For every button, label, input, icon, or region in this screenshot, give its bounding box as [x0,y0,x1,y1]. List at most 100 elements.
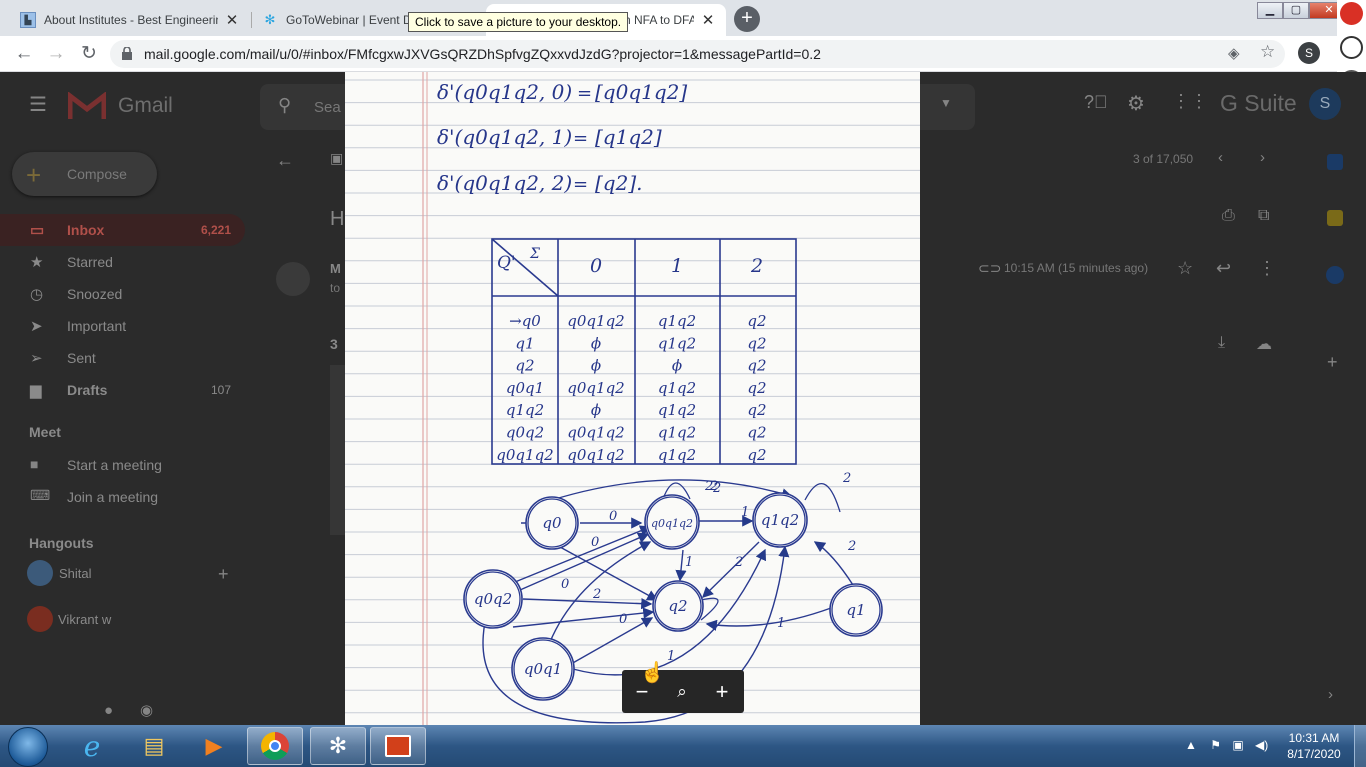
help-icon[interactable]: ?⃝ [1084,92,1108,113]
zoom-in-button[interactable]: + [702,670,742,713]
tab-close-icon[interactable]: ✕ [224,11,240,29]
table-header-cell: 1 [671,255,683,277]
hangouts-user-avatar[interactable] [27,560,53,586]
sidebar-item-label: Starred [67,254,113,270]
table-cell: q2 [747,424,766,442]
self-loop-arrow [804,482,841,513]
sidebar-item-label: Sent [67,350,96,366]
person-icon[interactable]: ● [104,702,113,719]
maximize-button[interactable]: ▢ [1283,2,1309,19]
state-label: q0q1 [524,660,562,678]
contact-avatar[interactable] [27,606,53,632]
window-controls: ▁ ▢ ✕ [1257,2,1349,20]
older-chevron-icon[interactable]: › [1260,149,1265,166]
video-camera-icon: ■ [30,456,39,472]
search-input[interactable]: Sea [314,99,341,116]
recipient-label: to [330,281,341,295]
print-icon[interactable]: ⎙ [1222,207,1235,225]
action-center-flag-icon[interactable]: ⚑ [1210,738,1221,752]
edge-label: 0 [561,577,569,592]
sender-name: M [330,261,341,276]
start-button[interactable] [8,727,48,767]
tasks-icon[interactable] [1326,266,1344,284]
newer-chevron-icon[interactable]: ‹ [1218,149,1223,166]
sidebar-item-sent[interactable]: ➢ Sent [0,342,245,374]
table-cell: q0q1q2 [567,446,624,464]
expand-panel-icon[interactable]: › [1328,686,1333,703]
keep-icon[interactable] [1327,210,1343,226]
back-to-inbox-icon[interactable]: ← [276,150,294,171]
star-email-icon[interactable]: ☆ [1177,258,1193,279]
reply-icon[interactable]: ↩ [1216,258,1231,279]
calendar-icon[interactable] [1327,154,1343,170]
sidebar-item-starred[interactable]: ★ Starred [0,246,245,278]
handwritten-notes: δ'(q0q1q2, 0) = [q0q1q2] δ'(q0q1q2, 1) =… [345,72,920,725]
eye-icon[interactable]: ◈ [1228,44,1240,62]
address-bar[interactable]: mail.google.com/mail/u/0/#inbox/FMfcgxwJ… [110,40,1285,68]
menu-icon[interactable]: ☰ [29,92,47,117]
profile-avatar[interactable]: S [1298,42,1320,64]
start-meeting-link[interactable]: Start a meeting [67,457,162,473]
system-tray: ▲ ⚑ ▣ ◀) [1185,738,1268,752]
sidebar-item-important[interactable]: ➤ Important [0,310,245,342]
forward-icon[interactable]: → [43,41,69,67]
send-icon: ➢ [30,350,43,367]
add-hangout-icon[interactable]: + [218,564,229,585]
add-addon-icon[interactable]: + [1327,352,1338,373]
settings-gear-icon[interactable]: ⚙ [1127,91,1145,116]
sidebar-item-drafts[interactable]: ▆ Drafts 107 [0,374,245,406]
save-to-drive-icon[interactable]: ☁ [1256,334,1272,354]
zoom-reset-icon[interactable]: ⌕ [662,670,702,713]
table-cell: q2 [747,312,766,330]
gotowebinar-taskbar-icon[interactable]: ✻ [310,727,366,765]
show-hidden-icons-icon[interactable]: ▲ [1185,738,1197,752]
show-desktop-button[interactable] [1354,725,1366,767]
sidebar-item-label: Important [67,318,127,334]
hangouts-chat-icon[interactable]: ◉ [140,701,153,719]
window-icon[interactable] [1340,36,1363,59]
hangouts-user-name[interactable]: Shital [59,566,92,581]
system-clock[interactable]: 10:31 AM 8/17/2020 [1284,730,1344,762]
transition-arrow [512,607,655,628]
archive-icon[interactable]: ▣ [330,150,343,167]
chrome-icon [261,732,289,760]
sidebar-item-snoozed[interactable]: ◷ Snoozed [0,278,245,310]
tab-about-institutes[interactable]: ▙ About Institutes - Best Engineerin ✕ [10,4,250,36]
edge-label: 1 [777,616,785,631]
apps-grid-icon[interactable]: ⋮⋮ [1172,91,1208,112]
transition-lhs: δ'(q0q1q2, 1) [437,125,572,149]
join-meeting-link[interactable]: Join a meeting [67,489,158,505]
tab-close-icon[interactable]: ✕ [700,11,716,29]
contact-name[interactable]: Vikrant w [58,612,111,627]
presentation-app-icon[interactable] [370,727,426,765]
table-corner-q: Q' [497,253,516,273]
more-options-icon[interactable]: ⋮ [1258,258,1276,279]
clock-date: 8/17/2020 [1287,747,1341,761]
mic-icon[interactable] [1340,2,1363,25]
network-icon[interactable]: ▣ [1232,738,1243,752]
table-cell: q2 [747,401,766,419]
download-icon[interactable]: ⤓ [1218,334,1225,352]
table-cell: q1q2 [658,312,696,330]
clock-icon: ◷ [30,286,44,303]
sidebar-item-inbox[interactable]: ▭ Inbox 6,221 [0,214,245,246]
minimize-button[interactable]: ▁ [1257,2,1283,19]
bookmark-star-icon[interactable]: ☆ [1260,42,1275,62]
volume-icon[interactable]: ◀) [1255,738,1268,752]
table-cell: q1q2 [658,424,696,442]
search-options-icon[interactable]: ▼ [940,96,952,110]
attachment-thumbnail[interactable] [330,365,345,535]
search-icon[interactable]: ⚲ [278,95,291,116]
media-player-icon[interactable]: ▶ [186,727,242,765]
open-new-window-icon[interactable]: ⧉ [1258,207,1269,225]
back-icon[interactable]: ← [11,41,37,67]
chrome-taskbar-button[interactable] [247,727,303,765]
compose-button[interactable]: + Compose [12,152,157,196]
inbox-icon: ▭ [30,222,45,239]
account-avatar[interactable]: S [1309,88,1341,120]
internet-explorer-icon[interactable]: e [64,727,120,765]
file-explorer-icon[interactable]: ▤ [126,727,182,765]
reload-icon[interactable]: ↻ [76,41,102,67]
gmail-logo-icon [68,92,106,119]
new-tab-button[interactable]: + [734,6,760,32]
